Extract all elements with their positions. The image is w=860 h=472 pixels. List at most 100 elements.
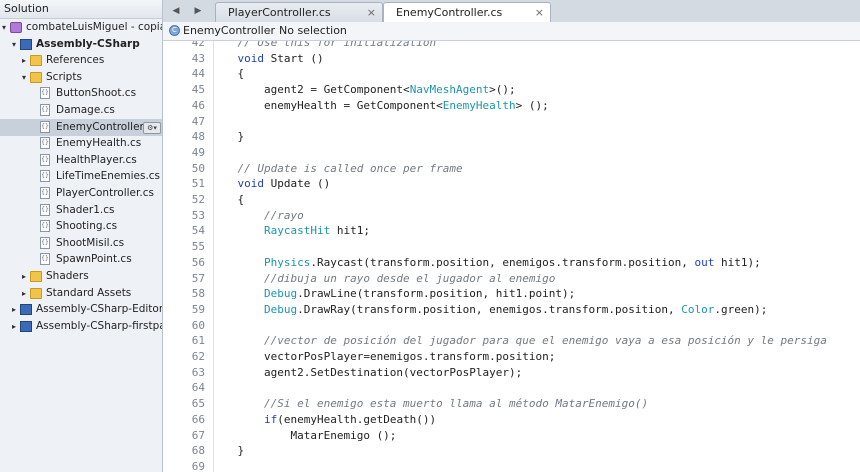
code-line[interactable]: MatarEnemigo (); [211,428,396,444]
code-line[interactable]: //rayo [211,208,304,224]
file-icon: {} [40,153,50,166]
class-icon: C [169,25,180,36]
tree-file-item[interactable]: {} PlayerController.cs [0,185,162,202]
expand-arrow-icon[interactable]: ▸ [19,268,29,285]
collapse-arrow-icon[interactable]: ▾ [19,69,29,86]
line-number: 62 [191,350,205,363]
tab-player-controller[interactable]: PlayerController.cs × [215,2,383,22]
file-icon: {} [40,104,50,116]
code-token: } [211,444,245,458]
expand-arrow-icon[interactable]: ▸ [19,52,29,69]
code-line[interactable]: if(enemyHealth.getDeath()) [211,412,436,428]
line-number: 46 [191,98,205,112]
code-line[interactable]: { [211,66,244,82]
tree-file-item[interactable]: {} ButtonShoot.cs [0,85,162,102]
breadcrumb-separator: › [267,24,272,37]
collapse-arrow-icon[interactable]: ▾ [9,36,19,53]
tree-folder-item[interactable]: ▸ References [0,52,162,69]
code-token: Debug [263,287,298,301]
code-line[interactable]: //Si el enemigo esta muerto llama al mét… [211,396,648,412]
close-icon[interactable]: × [535,3,544,23]
tree-file-item[interactable]: {} Shader1.cs [0,202,162,219]
solution-icon [10,22,22,33]
line-number: 44 [191,67,205,81]
line-number: 60 [191,318,205,332]
code-line[interactable]: vectorPosPlayer=enemigos.transform.posit… [211,349,555,365]
code-token: .DrawLine(transform.position, hit1.point… [297,287,576,301]
breadcrumb-class[interactable]: EnemyController [183,22,275,40]
tree-file-item[interactable]: {} EnemyHealth.cs [0,135,162,152]
line-number: 57 [191,271,205,285]
tree-project-item[interactable]: ▸ Assembly-CSharp-firstpass [0,318,162,335]
project-icon [20,304,32,316]
tree-file-item[interactable]: {} HealthPlayer.cs [0,152,162,169]
expand-arrow-icon[interactable]: ▸ [9,318,19,335]
code-line[interactable]: Physics.Raycast(transform.position, enem… [211,255,761,271]
nav-forward-button[interactable]: ▶ [189,3,207,19]
line-number: 51 [191,177,205,191]
code-line[interactable]: void Start () [211,51,324,67]
tree-folder-item[interactable]: ▸ Shaders [0,268,162,285]
code-line[interactable]: //vector de posición del jugador para qu… [211,333,827,349]
code-line[interactable]: } [211,129,244,145]
code-line[interactable]: RaycastHit hit1; [211,223,370,239]
expand-arrow-icon[interactable]: ▸ [9,301,19,318]
tree-file-item[interactable]: {} LifeTimeEnemies.cs [0,168,162,185]
code-token: agent2 = GetComponent< [211,83,410,97]
line-number: 66 [191,412,205,426]
code-token: Debug [263,302,298,316]
code-line[interactable]: } [211,443,244,459]
code-line[interactable]: { [211,192,244,208]
file-icon: {} [40,236,50,249]
line-number: 69 [191,459,205,472]
code-line[interactable]: // Update is called once per frame [211,161,462,177]
tree-item-label: HealthPlayer.cs [56,153,137,166]
nav-back-button[interactable]: ◀ [167,3,185,19]
close-icon[interactable]: × [367,3,376,23]
tab-enemy-controller[interactable]: EnemyController.cs × [383,2,551,23]
gear-icon[interactable]: ⚙▾ [143,121,161,134]
collapse-arrow-icon[interactable]: ▾ [0,19,9,36]
tab-bar: ◀ ▶ PlayerController.cs × EnemyControlle… [163,0,860,23]
tree-item-label: Standard Assets [46,286,132,299]
tree-item-label: Assembly-CSharp-firstpass [36,319,162,332]
file-icon: {} [40,220,50,233]
line-number: 59 [191,302,205,316]
code-line[interactable]: Debug.DrawLine(transform.position, hit1.… [211,286,575,302]
tree-project-item[interactable]: ▸ Assembly-CSharp-Editor-firs [0,301,162,318]
code-token: MatarEnemigo (); [211,428,397,442]
code-editor[interactable]: 42 43 44 45 46 47 48 49 50 51 52 53 54 55 56 57 58 59 60 61… [163,41,860,472]
code-token: //vector de posición del jugador para qu… [211,334,827,348]
code-line[interactable]: agent2 = GetComponent<NavMeshAgent>(); [211,82,516,98]
breadcrumb: C EnemyController › No selection [163,22,860,41]
tree-file-item[interactable]: {} SpawnPoint.cs [0,251,162,268]
line-number: 68 [191,444,205,458]
code-line[interactable]: // Use this for initialization [211,41,436,51]
code-line[interactable]: Debug.DrawRay(transform.position, enemig… [211,302,767,318]
tree-file-item[interactable]: {} Shooting.cs [0,218,162,235]
tree-folder-item[interactable]: ▾ Scripts [0,69,162,86]
tree-folder-item[interactable]: ▸ Standard Assets [0,285,162,302]
tree-project-item[interactable]: ▾ Assembly-CSharp [0,36,162,53]
line-number: 49 [191,145,205,159]
line-number: 50 [191,161,205,175]
tree-file-item[interactable]: {} Damage.cs [0,102,162,119]
tree-file-item[interactable]: {} ShootMisil.cs [0,235,162,252]
line-number: 48 [191,130,205,144]
code-line[interactable]: //dibuja un rayo desde el jugador al ene… [211,271,555,287]
line-number: 64 [191,381,205,395]
line-number: 47 [191,114,205,128]
code-line[interactable]: void Update () [211,176,331,192]
expand-arrow-icon[interactable]: ▸ [19,285,29,302]
breadcrumb-member[interactable]: No selection [279,22,347,40]
tree-project-item[interactable]: ▾ combateLuisMiguel - copia [0,19,162,36]
file-icon: {} [40,137,50,150]
line-number: 61 [191,334,205,348]
code-line[interactable]: enemyHealth = GetComponent<EnemyHealth> … [211,98,549,114]
line-number: 53 [191,208,205,222]
tree-file-item[interactable]: {} EnemyController.cs ⚙▾ [0,118,162,136]
folder-icon [30,271,42,282]
code-token: hit1; [330,224,370,238]
code-line[interactable]: agent2.SetDestination(vectorPosPlayer); [211,365,522,381]
